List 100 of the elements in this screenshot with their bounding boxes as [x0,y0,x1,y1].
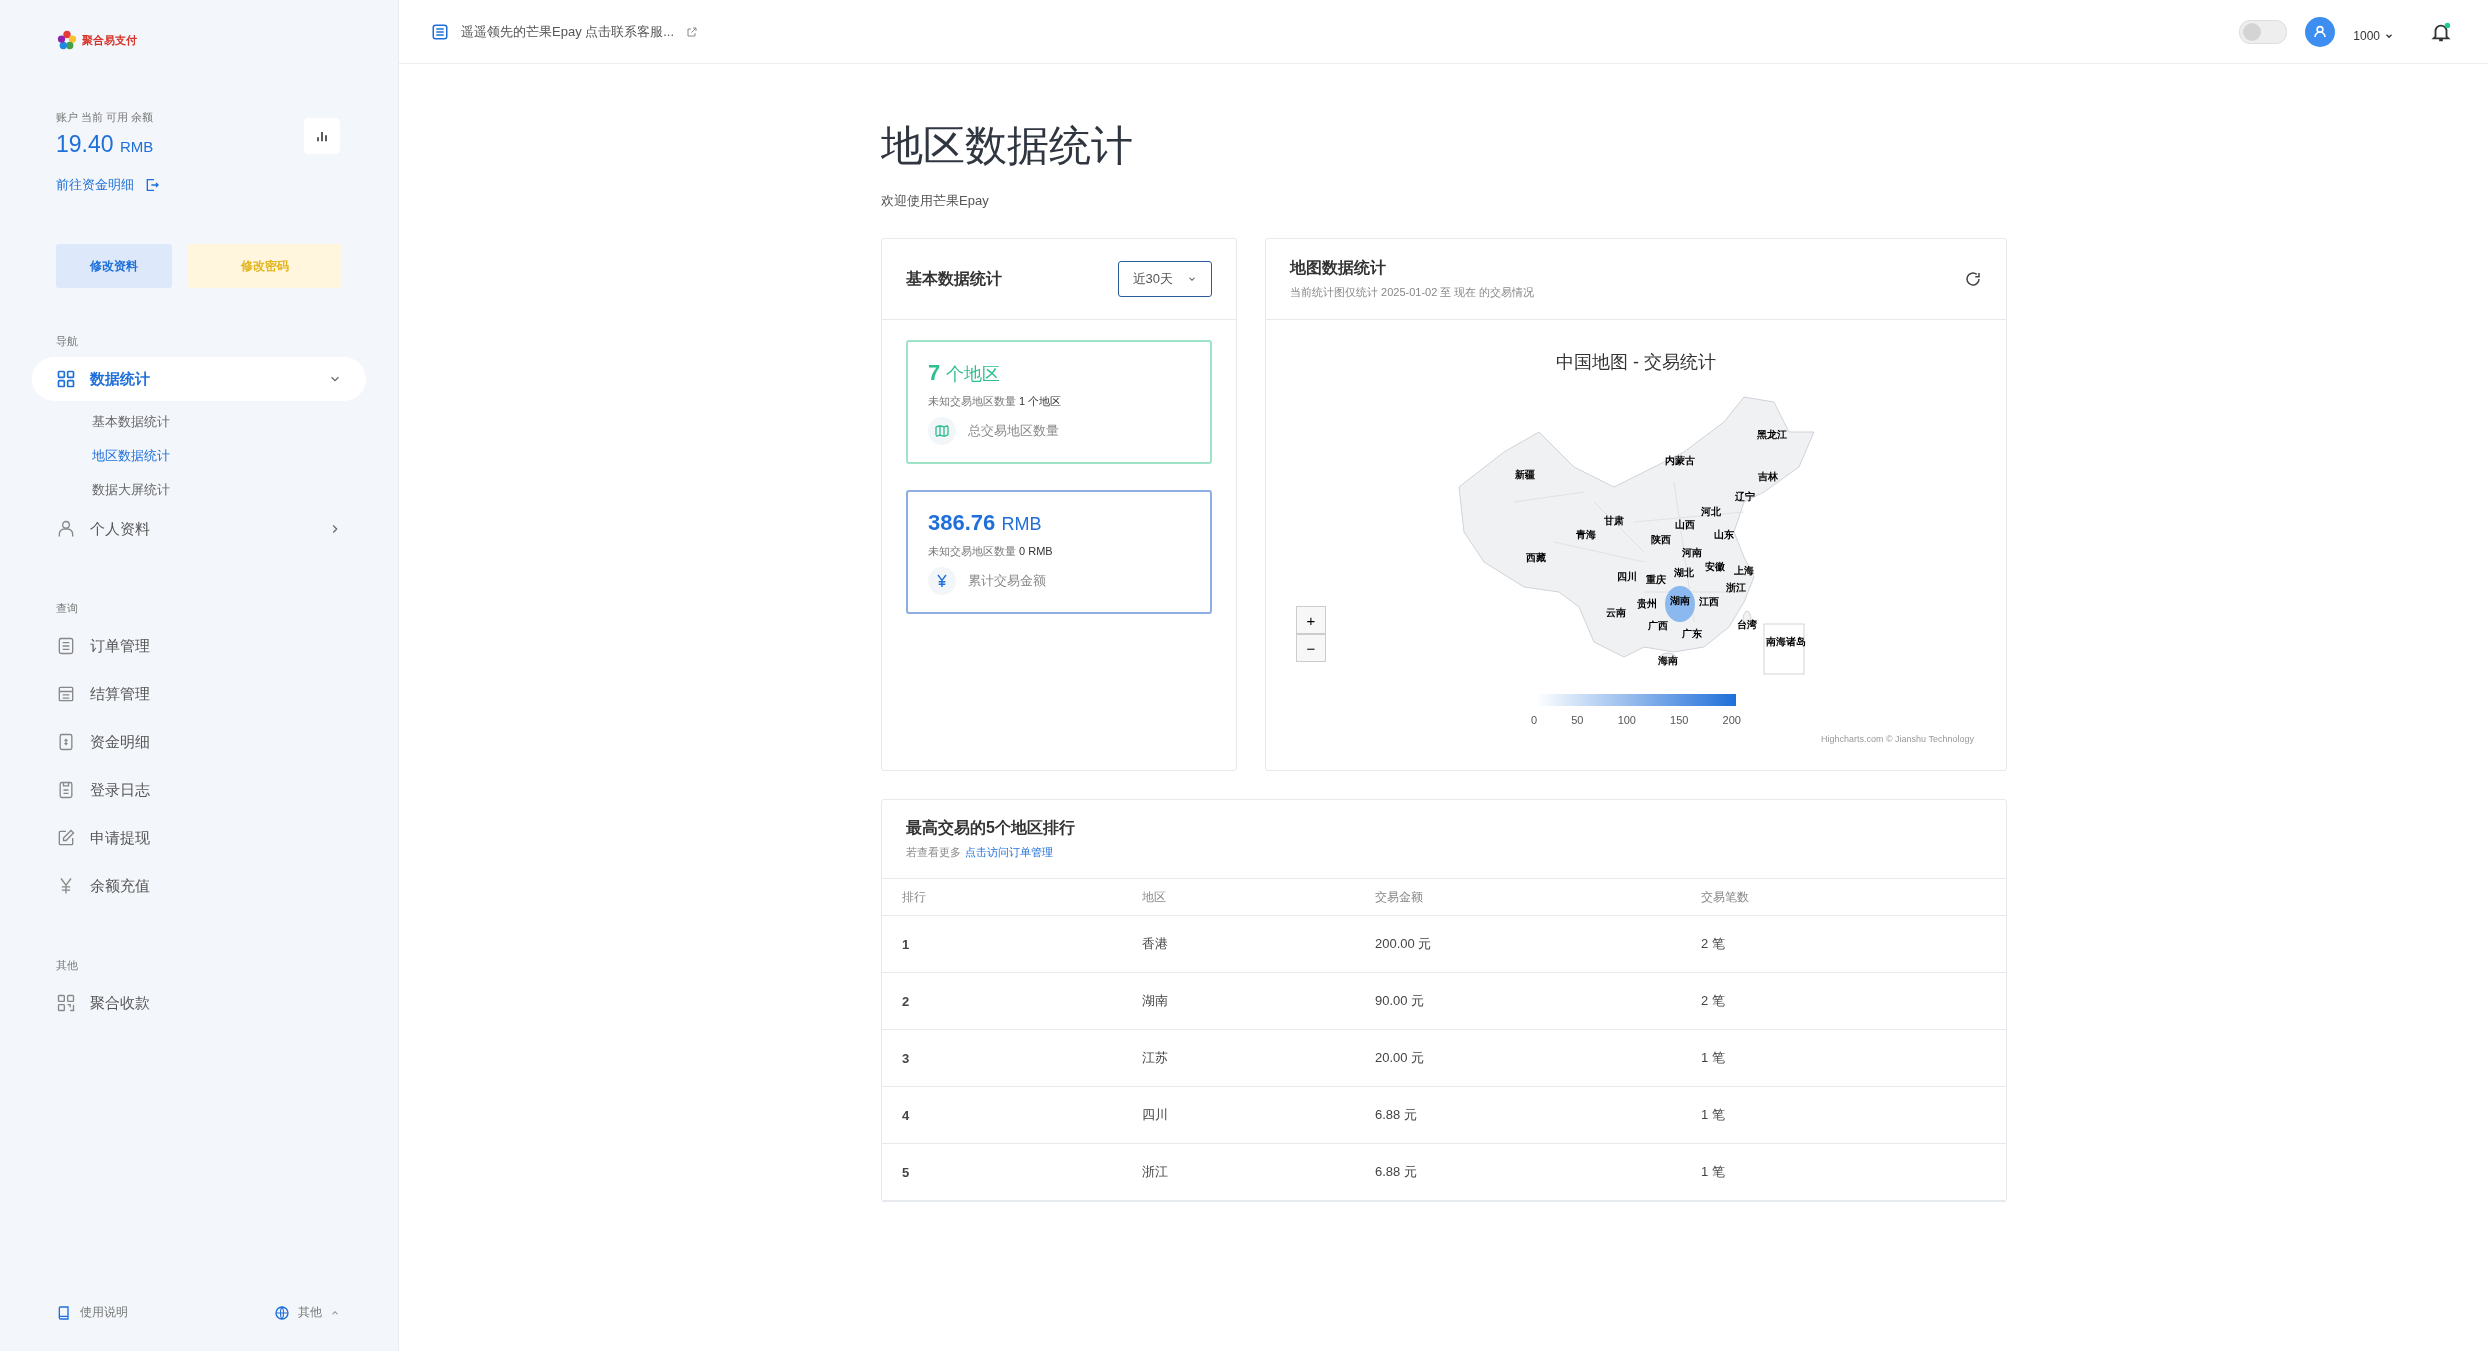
zoom-out-button[interactable]: − [1296,634,1326,662]
card-subtitle: 当前统计图仅统计 2025-01-02 至 现在 的交易情况 [1290,285,1535,300]
stat-value: 386.76 RMB [928,510,1043,536]
region-label: 湖北 [1674,566,1694,580]
table-cell: 1 笔 [1681,1143,2006,1201]
exit-icon [144,177,160,193]
chart-credits: Highcharts.com © Jianshu Technology [1820,734,1974,744]
region-label: 浙江 [1726,581,1746,595]
region-label: 河南 [1682,546,1702,560]
nav-section-heading: 其他 [55,958,79,973]
nav-subitem[interactable]: 地区数据统计 [0,439,398,473]
table-cell: 6.88 元 [1355,1086,1681,1144]
legend-tick: 200 [1722,714,1741,726]
region-label: 上海 [1734,564,1754,578]
nav-item[interactable]: 个人资料 [32,507,366,551]
table-cell: 5 [882,1143,1122,1201]
legend-tick: 150 [1670,714,1689,726]
region-label: 吉林 [1758,470,1778,484]
card-title: 基本数据统计 [906,268,1002,289]
logo-text: 聚合易支付 [82,32,137,48]
table-cell: 2 笔 [1681,915,2006,973]
user-icon [56,519,76,539]
chart-button[interactable] [304,118,340,154]
grid-icon [56,369,76,389]
nav-item[interactable]: 数据统计 [32,357,366,401]
card-title: 最高交易的5个地区排行 [906,818,1076,838]
region-label: 安徽 [1705,560,1725,574]
nav-item[interactable]: 聚合收款 [32,981,366,1025]
region-label: 陕西 [1651,533,1671,547]
user-menu[interactable]: 1000 [2353,28,2394,43]
region-label: 台湾 [1737,618,1757,632]
region-label: 青海 [1576,528,1596,542]
nav-item[interactable]: 订单管理 [32,624,366,668]
card-title: 地图数据统计 [1290,258,1387,278]
region-label: 甘肃 [1604,514,1624,528]
stat-caption: 累计交易金额 [968,572,1046,590]
balance-label: 账户 当前 可用 余额 [56,110,155,125]
region-label: 新疆 [1515,468,1535,482]
legend-tick: 50 [1571,714,1584,726]
stat-caption: 总交易地区数量 [968,422,1059,440]
stat-note: 未知交易地区数量 0 RMB [928,544,1054,559]
nav-item[interactable]: 申请提现 [32,816,366,860]
column-header: 排行 [882,879,1122,916]
table-cell: 江苏 [1122,1029,1355,1087]
theme-toggle[interactable] [2239,19,2288,44]
region-label: 西藏 [1526,551,1546,565]
nav-subitem[interactable]: 基本数据统计 [0,405,398,439]
bell-icon[interactable] [2430,20,2452,43]
region-label: 江西 [1699,595,1719,609]
table-cell: 四川 [1122,1086,1355,1144]
chart-title: 中国地图 - 交易统计 [1556,351,1716,374]
table-cell: 1 笔 [1681,1086,2006,1144]
table-cell: 1 [882,915,1122,973]
logo-icon [56,29,78,51]
region-label: 广东 [1682,627,1702,641]
region-label: 广西 [1648,619,1668,633]
avatar-icon[interactable] [2305,16,2336,47]
list-icon [56,636,76,656]
nav-section-heading: 导航 [55,334,79,349]
nav-item[interactable]: 资金明细 [32,720,366,764]
nav-item[interactable]: 登录日志 [32,768,366,812]
region-label: 辽宁 [1735,490,1755,504]
orders-link[interactable]: 点击访问订单管理 [965,845,1053,860]
book-icon [56,1304,72,1321]
nav-subitem[interactable]: 数据大屏统计 [0,473,398,507]
region-label: 四川 [1617,570,1637,584]
nav-item[interactable]: 余额充值 [32,864,366,908]
balance-amount: 19.40 RMB [56,131,155,158]
page-subtitle: 欢迎使用芒果Epay [881,192,990,210]
table-cell: 香港 [1122,915,1355,973]
region-label: 河北 [1701,505,1721,519]
column-header: 交易金额 [1355,879,1681,916]
nav-section-heading: 查询 [55,601,79,616]
table-cell: 1 笔 [1681,1029,2006,1087]
qr-code-icon [56,993,76,1013]
hint-text: 若查看更多 [906,845,961,860]
table-cell: 2 [882,972,1122,1030]
nav-item[interactable]: 结算管理 [32,672,366,716]
page-title: 地区数据统计 [881,121,1134,171]
column-header: 交易笔数 [1681,879,2006,916]
funds-detail-link[interactable]: 前往资金明细 [56,176,160,194]
help-link[interactable]: 使用说明 [56,1304,128,1321]
range-dropdown[interactable]: 近30天 [1117,261,1212,297]
stat-note: 未知交易地区数量 1 个地区 [928,394,1063,409]
region-label: 内蒙古 [1665,454,1695,468]
legend-tick: 0 [1531,714,1538,726]
table-cell: 6.88 元 [1355,1143,1681,1201]
legend-tick: 100 [1617,714,1636,726]
table-cell: 4 [882,1086,1122,1144]
document-icon [56,684,76,704]
table-cell: 2 笔 [1681,972,2006,1030]
region-label: 云南 [1606,606,1626,620]
language-menu[interactable]: 其他 [274,1304,340,1321]
refresh-icon[interactable] [1964,270,1982,288]
profile-button[interactable]: 修改资料 [56,244,172,288]
notice-link[interactable]: 遥遥领先的芒果Epay 点击联系客服... [461,22,675,41]
table-cell: 200.00 元 [1355,915,1681,973]
region-label: 重庆 [1646,573,1666,587]
edit-icon [56,828,76,848]
zoom-in-button[interactable]: + [1296,606,1326,634]
